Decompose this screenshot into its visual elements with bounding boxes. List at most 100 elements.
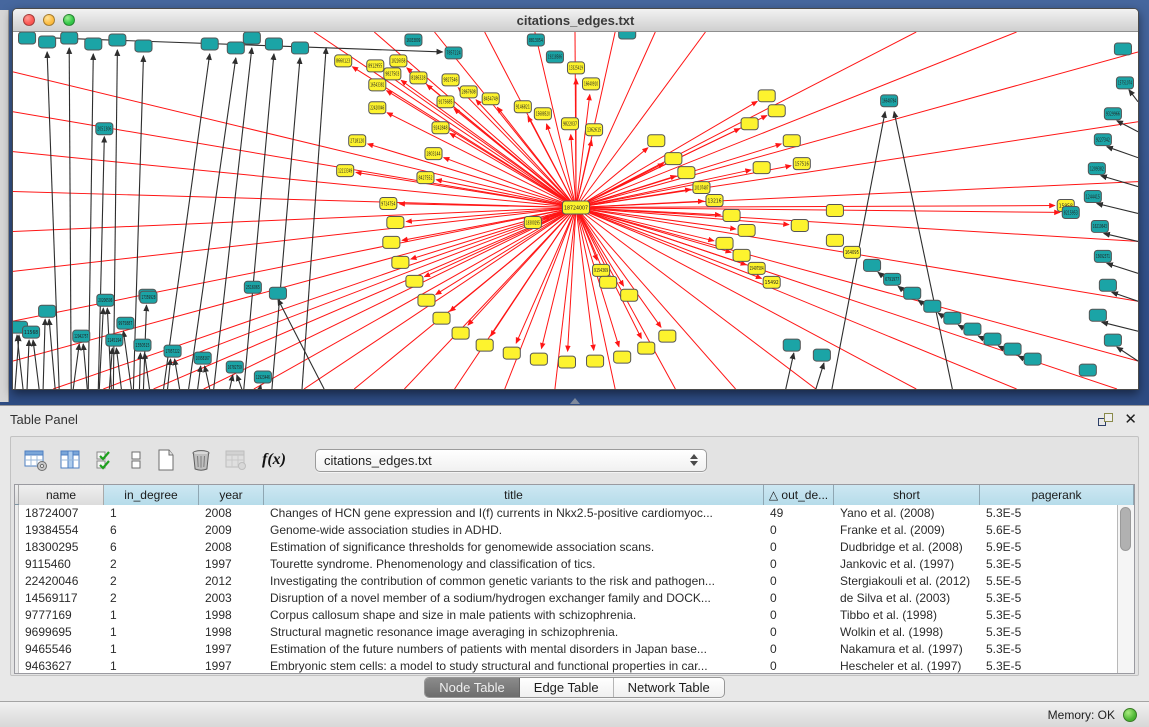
cell-short[interactable]: Franke et al. (2009) bbox=[834, 522, 980, 539]
graph-node[interactable]: 10107487 bbox=[693, 182, 710, 194]
cell-in_degree[interactable]: 1 bbox=[104, 505, 199, 522]
select-columns-icon[interactable] bbox=[58, 447, 84, 473]
graph-node[interactable]: 9827503 bbox=[384, 68, 401, 80]
graph-edge-black[interactable] bbox=[43, 319, 45, 389]
graph-node[interactable]: 12923446 bbox=[254, 371, 271, 383]
cell-year[interactable]: 2003 bbox=[199, 590, 264, 607]
graph-node[interactable] bbox=[1104, 334, 1121, 346]
cell-short[interactable]: Jankovic et al. (1997) bbox=[834, 556, 980, 573]
cell-in_degree[interactable]: 6 bbox=[104, 522, 199, 539]
graph-node[interactable]: 12942757 bbox=[73, 330, 90, 342]
graph-edge-black[interactable] bbox=[27, 340, 29, 389]
graph-edge-black[interactable] bbox=[1101, 176, 1138, 187]
graph-node[interactable] bbox=[19, 32, 36, 44]
graph-node[interactable]: 6791977 bbox=[884, 273, 901, 285]
graph-node[interactable] bbox=[61, 32, 78, 44]
graph-edge-black[interactable] bbox=[214, 48, 252, 389]
graph-node[interactable] bbox=[406, 275, 423, 287]
cell-title[interactable]: Disruption of a novel member of a sodium… bbox=[264, 590, 764, 607]
graph-edge-black[interactable] bbox=[49, 319, 55, 389]
function-builder-icon[interactable]: f(x) bbox=[258, 447, 290, 473]
graph-edge-black[interactable] bbox=[816, 363, 824, 389]
panel-resize-grip[interactable] bbox=[570, 398, 580, 404]
tab-network-table[interactable]: Network Table bbox=[614, 678, 724, 697]
close-panel-icon[interactable]: ✕ bbox=[1124, 410, 1137, 428]
cell-year[interactable]: 1997 bbox=[199, 658, 264, 673]
cell-short[interactable]: Hescheler et al. (1997) bbox=[834, 658, 980, 673]
cell-pagerank[interactable]: 5.9E-5 bbox=[980, 539, 1134, 556]
cell-pagerank[interactable]: 5.3E-5 bbox=[980, 607, 1134, 624]
graph-node[interactable] bbox=[452, 327, 469, 339]
create-column-icon[interactable] bbox=[153, 447, 179, 473]
graph-node[interactable] bbox=[600, 276, 617, 288]
graph-node[interactable] bbox=[783, 135, 800, 147]
cell-out_degree[interactable]: 0 bbox=[764, 573, 834, 590]
graph-node[interactable]: 8912955 bbox=[367, 60, 384, 72]
cell-out_degree[interactable]: 0 bbox=[764, 539, 834, 556]
graph-node[interactable]: 15497584 bbox=[748, 262, 765, 274]
graph-edge-red[interactable] bbox=[13, 208, 576, 362]
cell-year[interactable]: 2012 bbox=[199, 573, 264, 590]
graph-node[interactable]: 18226058 bbox=[390, 55, 407, 67]
row-height-icon[interactable] bbox=[128, 447, 144, 473]
graph-node[interactable] bbox=[1089, 309, 1106, 321]
cell-out_degree[interactable]: 0 bbox=[764, 607, 834, 624]
table-row[interactable]: 1456911722003Disruption of a novel membe… bbox=[15, 590, 1134, 607]
graph-node[interactable]: 18724007 bbox=[562, 201, 589, 214]
graph-node[interactable] bbox=[741, 118, 758, 130]
graph-node[interactable] bbox=[39, 36, 56, 48]
column-header-name[interactable]: name bbox=[19, 485, 104, 505]
cell-year[interactable]: 2008 bbox=[199, 505, 264, 522]
graph-node[interactable]: 9975887 bbox=[117, 317, 134, 329]
graph-node[interactable] bbox=[826, 234, 843, 246]
graph-node[interactable]: 1145194 bbox=[106, 334, 123, 346]
table-row[interactable]: 1872400712008Changes of HCN gene express… bbox=[15, 505, 1134, 522]
graph-node[interactable] bbox=[201, 38, 218, 50]
cell-year[interactable]: 2008 bbox=[199, 539, 264, 556]
cell-title[interactable]: Tourette syndrome. Phenomenology and cla… bbox=[264, 556, 764, 573]
graph-node[interactable]: 15692371 bbox=[1094, 250, 1111, 262]
graph-node[interactable] bbox=[665, 153, 682, 165]
cell-title[interactable]: Embryonic stem cells: a model to study s… bbox=[264, 658, 764, 673]
graph-node[interactable] bbox=[984, 333, 1001, 345]
cell-pagerank[interactable]: 5.3E-5 bbox=[980, 641, 1134, 658]
graph-node[interactable] bbox=[433, 312, 450, 324]
cell-pagerank[interactable]: 5.5E-5 bbox=[980, 573, 1134, 590]
cell-name[interactable]: 9699695 bbox=[19, 624, 104, 641]
graph-node[interactable]: 8813054 bbox=[527, 34, 544, 46]
graph-node[interactable] bbox=[716, 237, 733, 249]
graph-edge-black[interactable] bbox=[1097, 204, 1138, 214]
graph-node[interactable]: 13216 bbox=[706, 195, 723, 207]
graph-node[interactable]: 2803144 bbox=[425, 148, 442, 160]
graph-edge-black[interactable] bbox=[164, 54, 210, 389]
graph-node[interactable] bbox=[619, 32, 636, 39]
graph-node[interactable]: 157516 bbox=[793, 158, 810, 170]
graph-edge-red[interactable] bbox=[576, 208, 816, 389]
graph-edge-black[interactable] bbox=[83, 344, 87, 389]
graph-edge-red[interactable] bbox=[384, 72, 576, 207]
cell-name[interactable]: 18724007 bbox=[19, 505, 104, 522]
graph-node[interactable]: 2516065 bbox=[244, 281, 261, 293]
graph-node[interactable] bbox=[659, 330, 676, 342]
graph-node[interactable] bbox=[109, 34, 126, 46]
graph-edge-red[interactable] bbox=[53, 208, 576, 389]
graph-edge-red[interactable] bbox=[576, 170, 751, 208]
cell-in_degree[interactable]: 1 bbox=[104, 658, 199, 673]
graph-node[interactable] bbox=[587, 355, 604, 367]
table-scrollbar-thumb[interactable] bbox=[1120, 507, 1131, 551]
cell-out_degree[interactable]: 0 bbox=[764, 590, 834, 607]
graph-node[interactable]: 19218586 bbox=[546, 51, 563, 63]
graph-node[interactable] bbox=[530, 353, 547, 365]
cell-pagerank[interactable]: 5.3E-5 bbox=[980, 658, 1134, 673]
graph-edge-red[interactable] bbox=[13, 208, 576, 232]
graph-node[interactable] bbox=[387, 216, 404, 228]
graph-node[interactable]: 17957222 bbox=[164, 345, 181, 357]
delete-column-icon[interactable] bbox=[188, 447, 214, 473]
graph-node[interactable] bbox=[678, 167, 695, 179]
tab-node-table[interactable]: Node Table bbox=[425, 678, 520, 697]
edit-columns-icon[interactable] bbox=[93, 447, 119, 473]
table-row[interactable]: 969969511998Structural magnetic resonanc… bbox=[15, 624, 1134, 641]
graph-edge-red[interactable] bbox=[204, 208, 576, 389]
table-row[interactable]: 1830029562008Estimation of significance … bbox=[15, 539, 1134, 556]
graph-edge-red[interactable] bbox=[576, 208, 1017, 389]
